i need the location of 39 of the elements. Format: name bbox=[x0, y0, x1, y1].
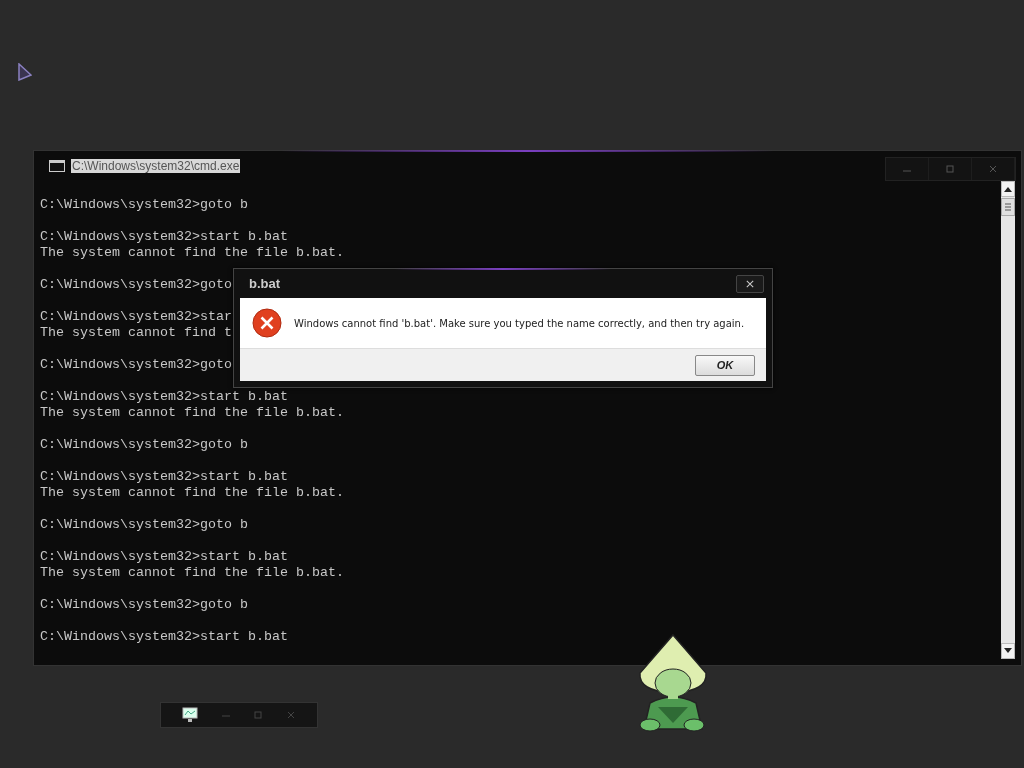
up-arrow-icon bbox=[1004, 186, 1012, 192]
dialog-message: Windows cannot find 'b.bat'. Make sure you typed the name correctly, and then try again. bbox=[294, 317, 745, 329]
console-line: C:\Windows\system32>start b.bat bbox=[40, 229, 288, 245]
scroll-thumb[interactable] bbox=[1001, 198, 1015, 216]
console-icon bbox=[49, 160, 65, 172]
window-title: C:\Windows\system32\cmd.exe bbox=[71, 159, 241, 173]
monitor-icon bbox=[182, 707, 199, 723]
console-line: The system cannot find the file b.bat. bbox=[40, 405, 344, 421]
close-button[interactable] bbox=[736, 274, 764, 293]
down-arrow-icon bbox=[1004, 648, 1012, 654]
console-line: C:\Windows\system32>goto b bbox=[40, 597, 248, 613]
close-icon[interactable] bbox=[285, 710, 296, 720]
ok-button[interactable]: OK bbox=[695, 354, 755, 376]
scroll-up-button[interactable] bbox=[1001, 181, 1015, 197]
console-line: The system cannot find the file b.bat. bbox=[40, 485, 344, 501]
scrollbar[interactable] bbox=[1001, 181, 1015, 659]
console-line: The system cannot find the file b.bat. bbox=[40, 245, 344, 261]
console-line: C:\Windows\system32>start b.bat bbox=[40, 629, 288, 645]
minimized-window[interactable] bbox=[160, 702, 318, 728]
console-line: C:\Windows\system32>goto bbox=[40, 357, 232, 373]
scroll-down-button[interactable] bbox=[1001, 643, 1015, 659]
error-icon bbox=[252, 308, 282, 338]
close-icon bbox=[988, 164, 998, 174]
console-line: C:\Windows\system32>goto bbox=[40, 277, 232, 293]
maximize-icon[interactable] bbox=[253, 710, 264, 720]
console-line: C:\Windows\system32>start b.bat bbox=[40, 469, 288, 485]
console-line: The system cannot find t bbox=[40, 325, 232, 341]
console-line: The system cannot find the file b.bat. bbox=[40, 565, 344, 581]
console-line: C:\Windows\system32>start b.bat bbox=[40, 549, 288, 565]
maximize-icon bbox=[945, 164, 955, 174]
console-line: C:\Windows\system32>star bbox=[40, 309, 232, 325]
console-line: C:\Windows\system32>goto b bbox=[40, 517, 248, 533]
close-icon bbox=[746, 279, 754, 288]
pointer-icon bbox=[18, 63, 32, 81]
console-line: C:\Windows\system32>goto b bbox=[40, 437, 248, 453]
console-line: C:\Windows\system32>goto b bbox=[40, 197, 248, 213]
console-line: C:\Windows\system32>start b.bat bbox=[40, 389, 288, 405]
grip-icon bbox=[1005, 203, 1011, 211]
dialog-title: b.bat bbox=[249, 276, 281, 291]
